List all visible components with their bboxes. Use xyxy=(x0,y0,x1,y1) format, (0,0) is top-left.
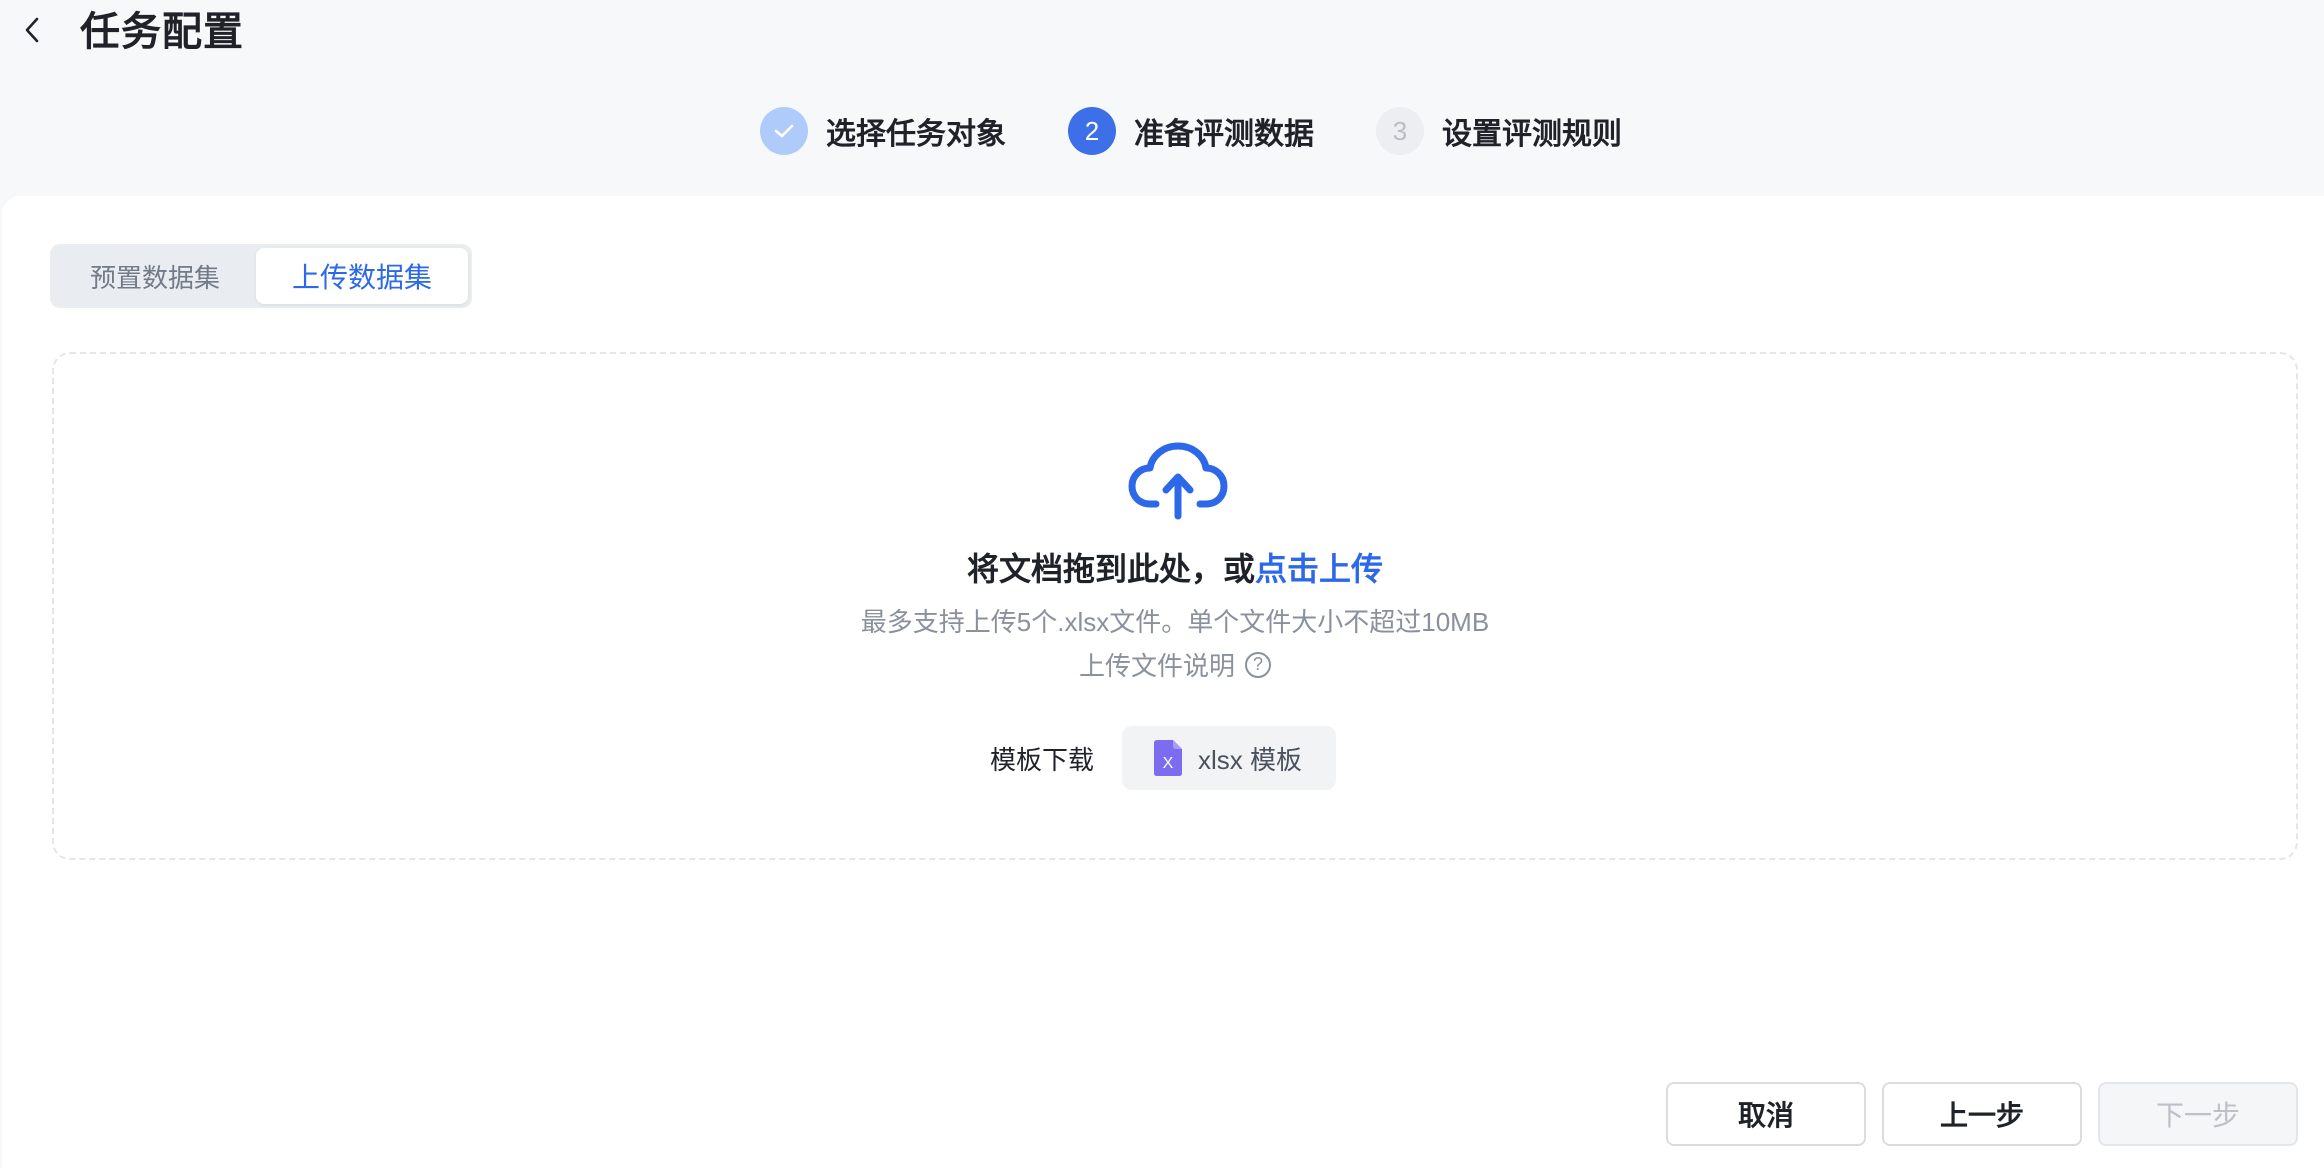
stepper: 选择任务对象 2 准备评测数据 3 设置评测规则 xyxy=(760,106,1684,156)
check-icon xyxy=(774,124,794,138)
template-download-label: 模板下载 xyxy=(989,744,1094,775)
cancel-button[interactable]: 取消 xyxy=(1666,1082,1866,1146)
tab-upload-dataset[interactable]: 上传数据集 xyxy=(256,248,469,304)
page-header: 任务配置 选择任务对象 2 准备评测数据 3 设置评测规则 xyxy=(0,0,2324,196)
page-title: 任务配置 xyxy=(80,10,244,54)
dataset-source-tabs: 预置数据集 上传数据集 xyxy=(50,244,473,308)
upload-hint: 最多支持上传5个.xlsx文件。单个文件大小不超过10MB xyxy=(860,607,1490,637)
upload-help-text: 上传文件说明 xyxy=(1078,651,1235,681)
template-download-row: 模板下载 X xlsx 模板 xyxy=(54,726,2296,790)
chevron-left-icon xyxy=(25,17,39,43)
step-1-label: 选择任务对象 xyxy=(826,118,1006,151)
cloud-upload-icon xyxy=(1128,442,1228,520)
step-set-rules[interactable]: 3 设置评测规则 xyxy=(1376,107,1622,155)
prev-step-button[interactable]: 上一步 xyxy=(1882,1082,2082,1146)
step-2-label: 准备评测数据 xyxy=(1134,118,1314,151)
tab-preset-dataset[interactable]: 预置数据集 xyxy=(54,248,256,304)
upload-dropzone[interactable]: 将文档拖到此处，或点击上传 最多支持上传5个.xlsx文件。单个文件大小不超过1… xyxy=(52,352,2298,860)
upload-help: 上传文件说明 ? xyxy=(54,646,2296,683)
step-2-number: 2 xyxy=(1068,107,1116,155)
back-button[interactable] xyxy=(14,12,50,48)
xlsx-template-button[interactable]: X xlsx 模板 xyxy=(1122,726,1337,790)
excel-file-icon: X xyxy=(1154,740,1182,776)
xlsx-template-label: xlsx 模板 xyxy=(1198,744,1303,775)
next-step-button[interactable]: 下一步 xyxy=(2098,1082,2298,1146)
excel-file-glyph: X xyxy=(1163,755,1174,772)
step-select-target[interactable]: 选择任务对象 xyxy=(760,107,1006,155)
step-1-circle xyxy=(760,107,808,155)
step-prepare-data[interactable]: 2 准备评测数据 xyxy=(1068,107,1314,155)
question-circle-icon[interactable]: ? xyxy=(1245,651,1271,678)
step-3-number: 3 xyxy=(1376,107,1424,155)
step-3-label: 设置评测规则 xyxy=(1442,118,1622,151)
click-upload-link[interactable]: 点击上传 xyxy=(1255,551,1383,587)
upload-title-text: 将文档拖到此处，或 xyxy=(966,551,1255,587)
upload-title: 将文档拖到此处，或点击上传 xyxy=(54,544,2296,590)
content-card: 预置数据集 上传数据集 将文档拖到此处，或点击上传 最多支持上传5个.xlsx文… xyxy=(2,196,2324,1168)
